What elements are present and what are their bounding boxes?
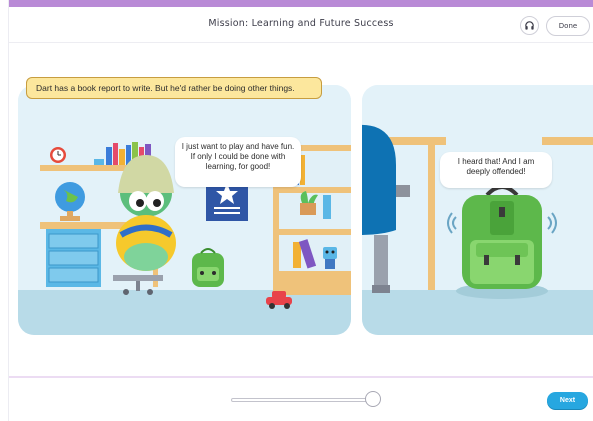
bedroom-scene-illustration: [18, 85, 351, 335]
progress-slider-handle[interactable]: [365, 391, 381, 407]
done-button[interactable]: Done: [546, 16, 590, 36]
backpack-illustration-small: [192, 248, 224, 287]
comic-panel-1: I just want to play and have fun. If onl…: [18, 85, 351, 335]
backpack-speech-bubble: I heard that! And I am deeply offended!: [440, 152, 552, 188]
headphones-icon: [525, 21, 534, 30]
story-caption: Dart has a book report to write. But he'…: [26, 77, 322, 99]
page-title: Mission: Learning and Future Success: [208, 18, 394, 29]
footer-bar: Next: [9, 376, 593, 421]
toy-robot-icon: [323, 247, 337, 269]
next-button[interactable]: Next: [547, 392, 588, 409]
story-stage: Dart has a book report to write. But he'…: [9, 44, 593, 374]
dart-speech-bubble: I just want to play and have fun. If onl…: [175, 137, 301, 187]
header-bar: Mission: Learning and Future Success Don…: [9, 7, 593, 43]
backpack-scene-illustration: [362, 85, 593, 335]
progress-slider-track[interactable]: [231, 398, 373, 402]
audio-button[interactable]: [520, 16, 539, 35]
top-accent-bar: [9, 0, 593, 7]
comic-panel-2: I heard that! And I am deeply offended!: [362, 85, 593, 335]
app-frame: Mission: Learning and Future Success Don…: [8, 0, 593, 421]
alarm-clock-icon: [50, 147, 66, 163]
